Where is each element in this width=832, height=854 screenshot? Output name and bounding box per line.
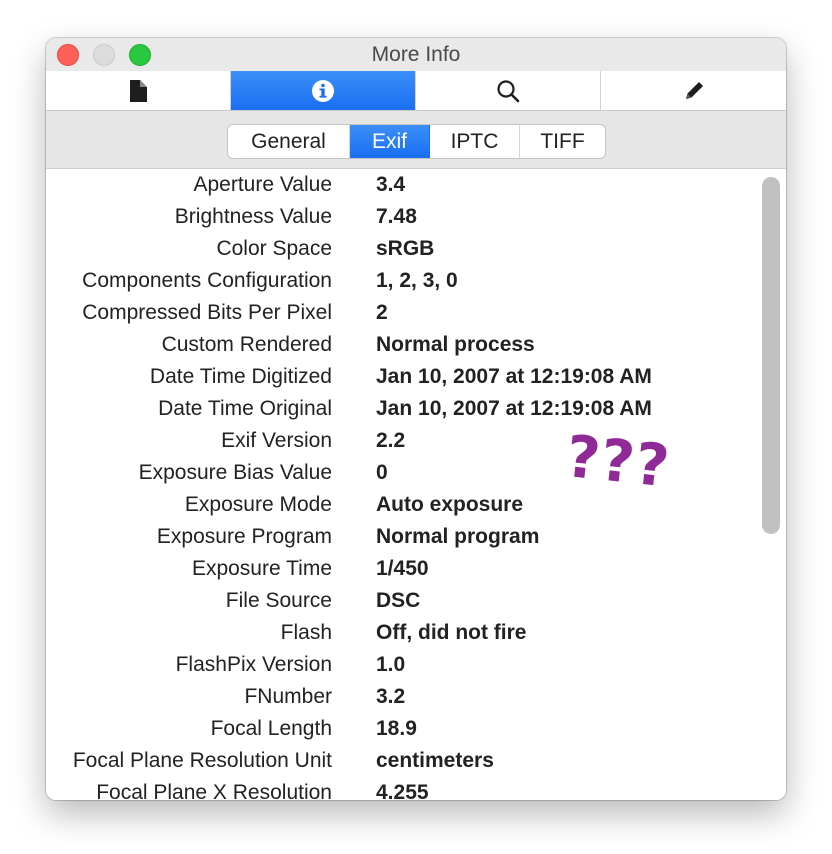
tab-tiff[interactable]: TIFF: [520, 125, 605, 158]
search-icon: [497, 79, 520, 102]
exif-value: 2.2: [376, 429, 406, 452]
pencil-icon: [685, 81, 703, 99]
inspector-toolbar: [46, 71, 786, 111]
exif-row: Flash Off, did not fire: [46, 617, 758, 649]
exif-row: Date Time Digitized Jan 10, 2007 at 12:1…: [46, 361, 758, 393]
exif-value: 1/450: [376, 557, 429, 580]
exif-label: FNumber: [244, 685, 332, 708]
exif-label: FlashPix Version: [175, 653, 332, 676]
exif-row: File Source DSC: [46, 585, 758, 617]
exif-value: Normal program: [376, 525, 540, 548]
exif-row: Compressed Bits Per Pixel 2: [46, 297, 758, 329]
exif-label: Date Time Digitized: [149, 365, 332, 388]
exif-list[interactable]: Aperture Value 3.4 Brightness Value 7.48…: [46, 169, 786, 800]
exif-value: 1, 2, 3, 0: [376, 269, 458, 292]
exif-row: Focal Length 18.9: [46, 713, 758, 745]
exif-label: File Source: [225, 589, 332, 612]
more-info-window: More Info General Exif IPTC TIFF Apertur…: [46, 38, 786, 800]
exif-value: Normal process: [376, 333, 535, 356]
exif-label: Aperture Value: [193, 173, 332, 196]
window-title: More Info: [371, 43, 461, 66]
exif-row: Focal Plane Resolution Unit centimeters: [46, 745, 758, 777]
exif-row: FNumber 3.2: [46, 681, 758, 713]
exif-label: Flash: [280, 621, 332, 644]
exif-label: Focal Plane X Resolution: [96, 781, 332, 800]
exif-label: Focal Plane Resolution Unit: [72, 749, 332, 772]
exif-value: sRGB: [376, 237, 435, 260]
exif-value: 3.2: [376, 685, 406, 708]
exif-label: Compressed Bits Per Pixel: [82, 301, 332, 324]
tab-document[interactable]: [46, 71, 231, 110]
tab-iptc[interactable]: IPTC: [430, 125, 520, 158]
exif-value: DSC: [376, 589, 421, 612]
tab-general[interactable]: General: [228, 125, 350, 158]
exif-value: Jan 10, 2007 at 12:19:08 AM: [376, 365, 652, 388]
exif-row: Date Time Original Jan 10, 2007 at 12:19…: [46, 393, 758, 425]
title-bar: More Info: [46, 38, 786, 71]
exif-value: 4.255: [376, 781, 429, 800]
exif-label: Brightness Value: [174, 205, 332, 228]
exif-label: Exposure Mode: [184, 493, 332, 516]
segmented-control: General Exif IPTC TIFF: [227, 124, 606, 159]
exif-value: centimeters: [376, 749, 494, 772]
tab-search[interactable]: [416, 71, 601, 110]
exif-value: 18.9: [376, 717, 417, 740]
exif-label: Date Time Original: [158, 397, 332, 420]
exif-label: Exif Version: [221, 429, 332, 452]
exif-row: Brightness Value 7.48: [46, 201, 758, 233]
exif-row: Custom Rendered Normal process: [46, 329, 758, 361]
exif-row: Components Configuration 1, 2, 3, 0: [46, 265, 758, 297]
exif-label: Custom Rendered: [161, 333, 332, 356]
vertical-scrollbar[interactable]: [762, 177, 780, 534]
exif-value: 0: [376, 461, 388, 484]
exif-row: Focal Plane X Resolution 4.255: [46, 777, 758, 800]
exif-value: 1.0: [376, 653, 406, 676]
exif-label: Focal Length: [210, 717, 332, 740]
exif-value: Auto exposure: [376, 493, 524, 516]
exif-value: 3.4: [376, 173, 406, 196]
exif-row: FlashPix Version 1.0: [46, 649, 758, 681]
exif-value: 2: [376, 301, 388, 324]
exif-label: Exposure Time: [191, 557, 332, 580]
exif-value: Off, did not fire: [376, 621, 527, 644]
document-icon: [130, 79, 147, 102]
exif-row: Exposure Program Normal program: [46, 521, 758, 553]
tab-edit[interactable]: [601, 71, 786, 110]
exif-row: Aperture Value 3.4: [46, 169, 758, 201]
exif-label: Exposure Program: [156, 525, 332, 548]
exif-label: Components Configuration: [82, 269, 332, 292]
info-icon: [312, 79, 334, 102]
exif-label: Color Space: [216, 237, 332, 260]
exif-value: 7.48: [376, 205, 417, 228]
exif-row: Color Space sRGB: [46, 233, 758, 265]
question-marks-annotation: ???: [562, 422, 674, 501]
tab-exif[interactable]: Exif: [350, 125, 430, 158]
tab-info[interactable]: [231, 71, 416, 110]
exif-label: Exposure Bias Value: [138, 461, 332, 484]
exif-row: Exposure Time 1/450: [46, 553, 758, 585]
segment-bar: General Exif IPTC TIFF: [46, 111, 786, 169]
exif-value: Jan 10, 2007 at 12:19:08 AM: [376, 397, 652, 420]
